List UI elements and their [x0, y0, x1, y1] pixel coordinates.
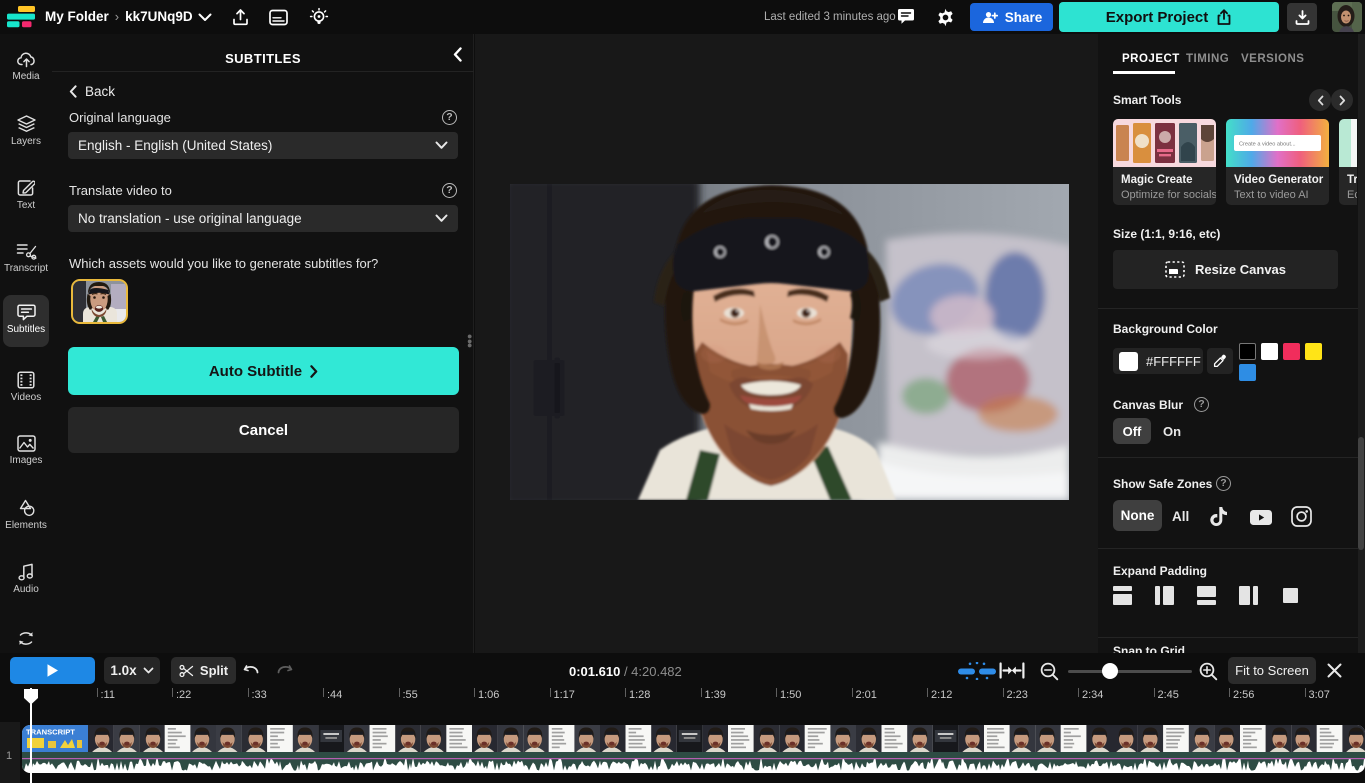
svg-text:TRANSCRIPT: TRANSCRIPT: [26, 728, 75, 737]
svg-text:Create a video about...: Create a video about...: [1239, 142, 1296, 148]
